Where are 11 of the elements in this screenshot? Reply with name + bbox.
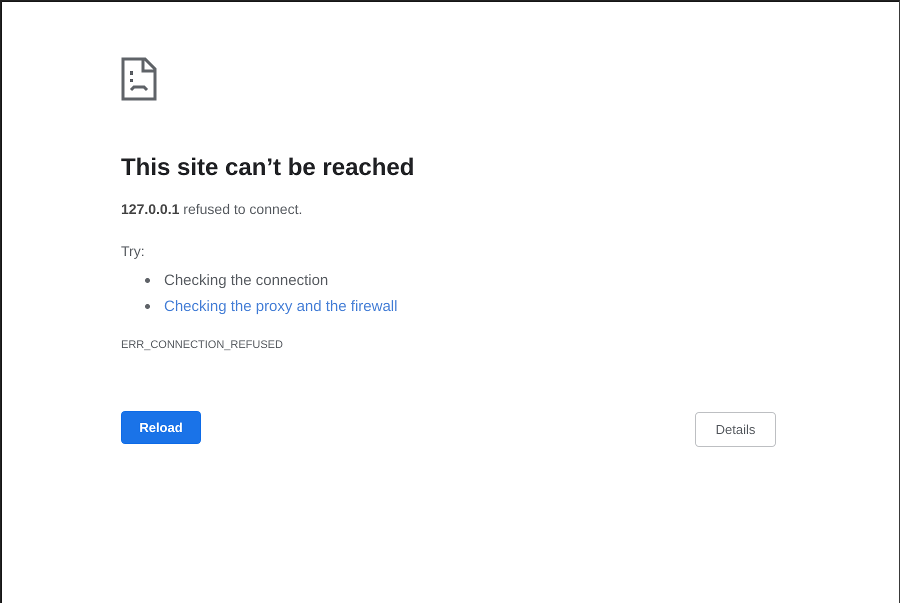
sad-page-icon bbox=[121, 57, 157, 101]
details-button[interactable]: Details bbox=[695, 412, 776, 447]
bullet-icon bbox=[145, 278, 150, 282]
suggestion-text: Checking the connection bbox=[164, 272, 328, 288]
try-label: Try: bbox=[121, 242, 146, 261]
suggestion-link[interactable]: Checking the proxy and the firewall bbox=[164, 298, 398, 314]
reload-button[interactable]: Reload bbox=[121, 411, 201, 444]
error-message: 127.0.0.1 refused to connect. bbox=[121, 200, 304, 219]
bullet-icon bbox=[145, 304, 150, 308]
error-heading: This site can’t be reached bbox=[121, 153, 416, 183]
error-code: ERR_CONNECTION_REFUSED bbox=[121, 339, 284, 351]
